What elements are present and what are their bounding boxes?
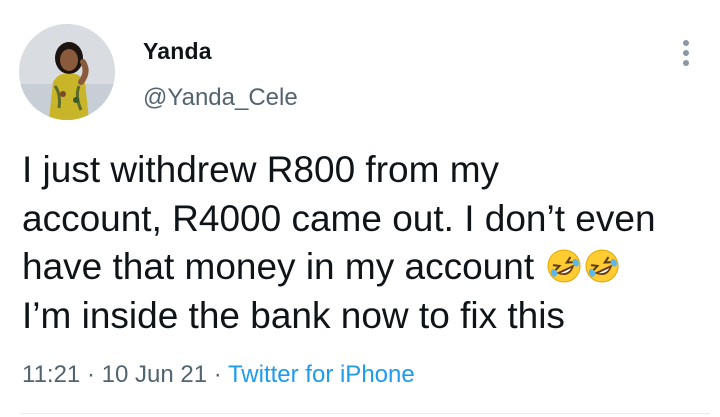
tweet-date[interactable]: 10 Jun 21: [102, 361, 207, 388]
rolling-on-floor-laughing-emoji-icon: [585, 249, 619, 283]
tweet-text: I just withdrew R800 from my account, R4…: [22, 146, 712, 340]
tweet-text-line: I’m inside the bank now to fix this: [22, 294, 565, 336]
avatar[interactable]: [19, 24, 115, 120]
meta-separator: ·: [86, 361, 95, 388]
author-display-name[interactable]: Yanda: [143, 38, 212, 65]
more-vertical-icon[interactable]: [672, 36, 700, 70]
divider: [20, 413, 710, 414]
dot: [683, 60, 689, 66]
meta-separator: ·: [213, 361, 222, 388]
avatar-photo: [19, 24, 115, 120]
dot: [683, 40, 689, 46]
tweet-text-line-with-emoji: have that money in my account: [22, 243, 712, 292]
tweet-time[interactable]: 11:21: [22, 361, 80, 388]
dot: [683, 50, 689, 56]
tweet-source-link[interactable]: Twitter for iPhone: [228, 361, 415, 388]
author-handle[interactable]: @Yanda_Cele: [143, 84, 298, 112]
tweet-text-line: I just withdrew R800 from my: [22, 149, 500, 190]
tweet-text-line: account, R4000 came out. I don’t even: [22, 197, 656, 239]
tweet-card[interactable]: Yanda @Yanda_Cele I just withdrew R800 f…: [0, 0, 720, 417]
tweet-metadata: 11:21 · 10 Jun 21 · Twitter for iPhone: [22, 361, 415, 389]
rolling-on-floor-laughing-emoji-icon: [547, 249, 581, 283]
tweet-text-line: have that money in my account: [22, 246, 535, 287]
